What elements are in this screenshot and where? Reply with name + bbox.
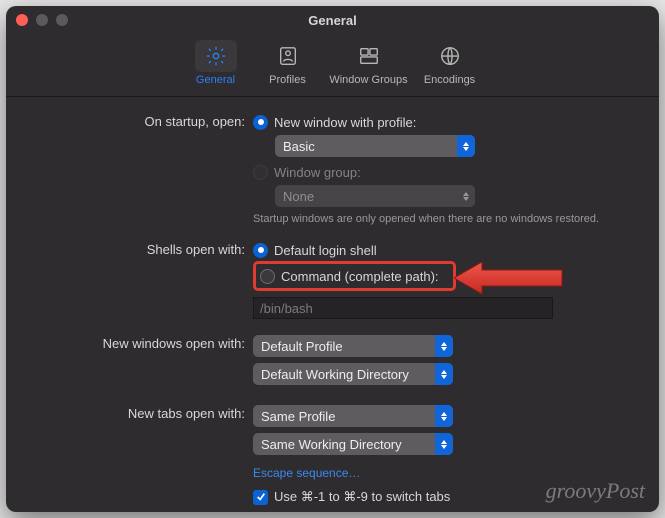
startup-hint: Startup windows are only opened when the… bbox=[253, 213, 637, 225]
command-path-input[interactable] bbox=[253, 297, 553, 319]
tab-general[interactable]: General bbox=[180, 36, 252, 90]
radio-icon bbox=[260, 269, 275, 284]
label-on-startup: On startup, open: bbox=[28, 111, 253, 129]
radio-icon bbox=[253, 115, 268, 130]
checkmark-icon bbox=[253, 490, 268, 505]
popup-value: None bbox=[283, 189, 314, 204]
popup-value: Same Working Directory bbox=[261, 437, 402, 452]
row-on-startup: On startup, open: New window with profil… bbox=[28, 111, 637, 235]
new-tabs-profile-popup[interactable]: Same Profile bbox=[253, 405, 453, 427]
annotation-highlight: Command (complete path): bbox=[253, 261, 456, 291]
startup-profile-popup[interactable]: Basic bbox=[275, 135, 475, 157]
tab-encodings[interactable]: Encodings bbox=[414, 36, 486, 90]
new-windows-profile-popup[interactable]: Default Profile bbox=[253, 335, 453, 357]
minimize-window-button[interactable] bbox=[36, 14, 48, 26]
radio-label: Command (complete path): bbox=[281, 269, 439, 284]
tab-profiles[interactable]: Profiles bbox=[252, 36, 324, 90]
window-group-popup: None bbox=[275, 185, 475, 207]
popup-value: Same Profile bbox=[261, 409, 335, 424]
checkbox-label: Use ⌘-1 to ⌘-9 to switch tabs bbox=[274, 489, 450, 505]
globe-icon bbox=[429, 40, 471, 72]
tab-label: Profiles bbox=[269, 74, 306, 86]
label-shells-open-with: Shells open with: bbox=[28, 239, 253, 257]
tab-label: General bbox=[196, 74, 235, 86]
window-controls bbox=[16, 14, 68, 26]
tab-label: Encodings bbox=[424, 74, 475, 86]
windows-icon bbox=[348, 40, 390, 72]
radio-icon bbox=[253, 165, 268, 180]
updown-icon bbox=[435, 405, 453, 427]
radio-icon bbox=[253, 243, 268, 258]
gear-icon bbox=[195, 40, 237, 72]
preferences-toolbar: General Profiles Window Groups Encodings bbox=[6, 34, 659, 97]
tab-window-groups[interactable]: Window Groups bbox=[324, 36, 414, 90]
tab-label: Window Groups bbox=[329, 74, 407, 86]
new-tabs-dir-popup[interactable]: Same Working Directory bbox=[253, 433, 453, 455]
window-title: General bbox=[308, 13, 356, 28]
watermark: groovyPost bbox=[546, 478, 645, 504]
radio-default-login-shell[interactable]: Default login shell bbox=[253, 239, 637, 261]
titlebar: General bbox=[6, 6, 659, 34]
updown-icon bbox=[435, 363, 453, 385]
radio-new-window-profile[interactable]: New window with profile: bbox=[253, 111, 637, 133]
updown-icon bbox=[435, 335, 453, 357]
profile-icon bbox=[267, 40, 309, 72]
label-new-windows: New windows open with: bbox=[28, 333, 253, 351]
preferences-window: General General Profiles Window Groups bbox=[6, 6, 659, 512]
popup-value: Default Working Directory bbox=[261, 367, 409, 382]
zoom-window-button[interactable] bbox=[56, 14, 68, 26]
radio-label: New window with profile: bbox=[274, 115, 416, 130]
updown-icon bbox=[457, 135, 475, 157]
radio-label: Window group: bbox=[274, 165, 361, 180]
popup-value: Basic bbox=[283, 139, 315, 154]
radio-command-path[interactable]: Command (complete path): bbox=[260, 267, 439, 285]
general-pane: On startup, open: New window with profil… bbox=[6, 97, 659, 512]
close-window-button[interactable] bbox=[16, 14, 28, 26]
updown-icon bbox=[457, 185, 475, 207]
radio-label: Default login shell bbox=[274, 243, 377, 258]
new-windows-dir-popup[interactable]: Default Working Directory bbox=[253, 363, 453, 385]
popup-value: Default Profile bbox=[261, 339, 343, 354]
escape-sequence-link[interactable]: Escape sequence… bbox=[253, 466, 360, 480]
row-shells-open-with: Shells open with: Default login shell Co… bbox=[28, 239, 637, 319]
label-new-tabs: New tabs open with: bbox=[28, 403, 253, 421]
row-new-windows: New windows open with: Default Profile D… bbox=[28, 333, 637, 389]
radio-window-group[interactable]: Window group: bbox=[253, 161, 637, 183]
updown-icon bbox=[435, 433, 453, 455]
